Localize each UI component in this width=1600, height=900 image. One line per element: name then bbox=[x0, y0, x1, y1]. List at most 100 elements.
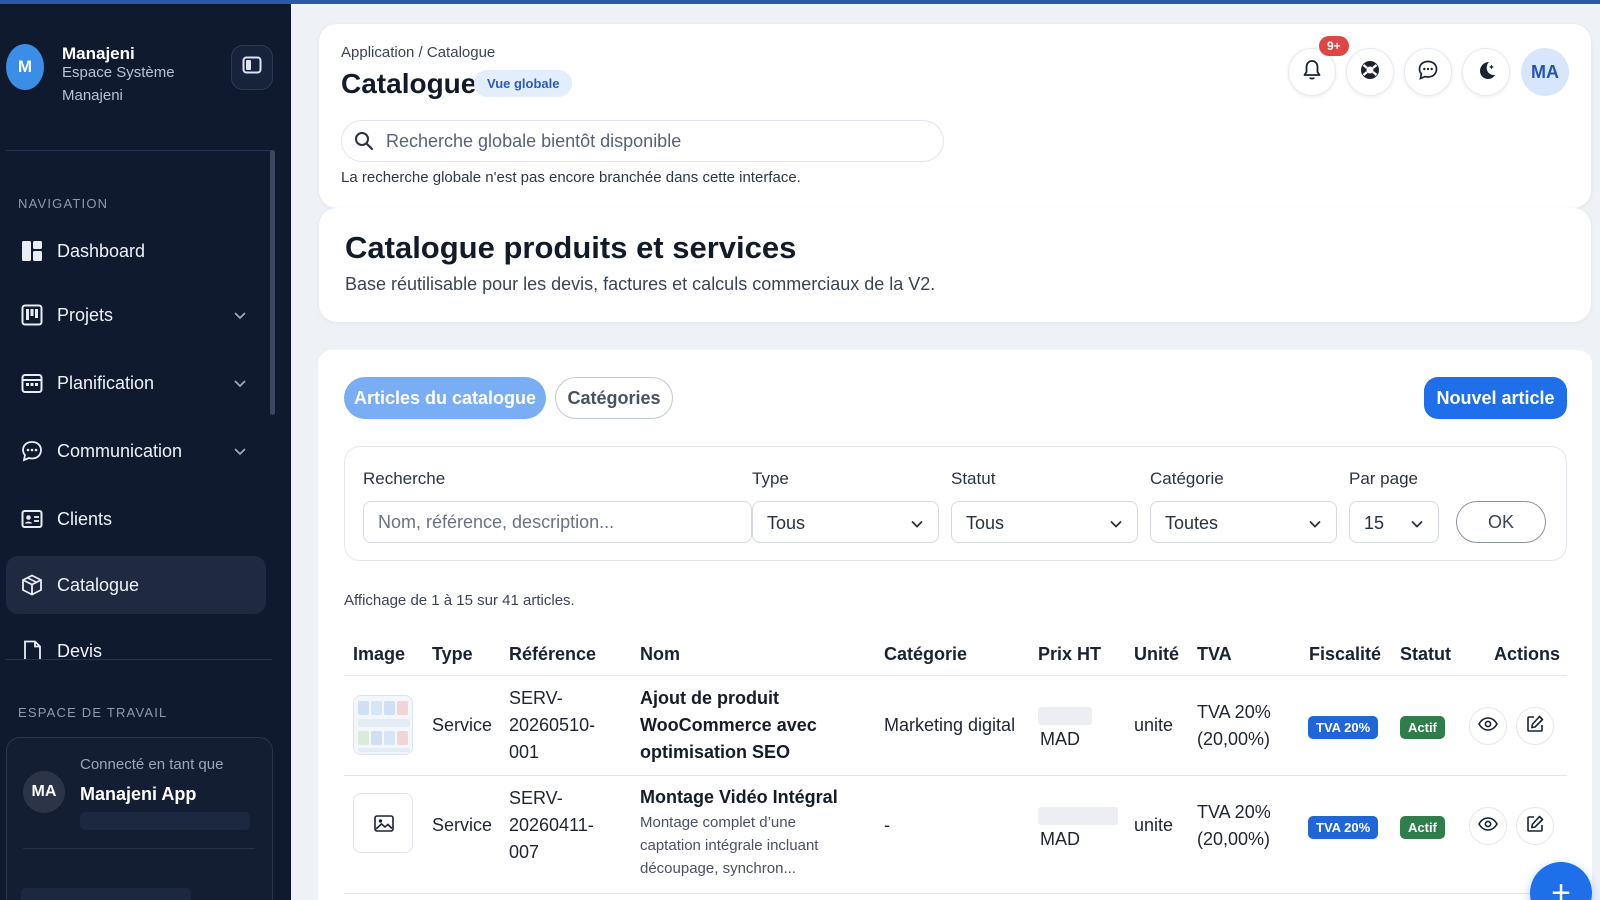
filter-type-select[interactable]: Tous bbox=[752, 501, 939, 543]
catalogue-intro: Catalogue produits et services Base réut… bbox=[319, 208, 1591, 322]
sidebar-item-planification[interactable]: Planification bbox=[6, 354, 266, 412]
top-accent-bar bbox=[0, 0, 1600, 4]
price-placeholder bbox=[1038, 707, 1092, 725]
sidebar-item-communication[interactable]: Communication bbox=[6, 422, 266, 480]
column-header-tva: TVA bbox=[1197, 644, 1232, 664]
view-button[interactable] bbox=[1469, 707, 1507, 745]
filter-category-select[interactable]: Toutes bbox=[1150, 501, 1337, 543]
status-badge: Actif bbox=[1400, 816, 1445, 839]
sidebar-item-dashboard[interactable]: Dashboard bbox=[6, 222, 266, 280]
description-line: découpage, synchron... bbox=[640, 860, 796, 877]
sidebar-item-label: Communication bbox=[57, 440, 183, 461]
sidebar-item-devis[interactable]: Devis bbox=[6, 622, 266, 659]
chevron-down-icon bbox=[233, 444, 247, 458]
column-header-price: Prix HT bbox=[1038, 644, 1102, 664]
kanban-icon bbox=[20, 303, 44, 327]
sidebar-divider bbox=[6, 150, 272, 151]
user-card-divider bbox=[23, 848, 255, 849]
row-category: - bbox=[884, 815, 890, 835]
view-button[interactable] bbox=[1469, 807, 1507, 845]
tva-line: TVA 20% bbox=[1197, 702, 1271, 722]
row-tva: TVA 20% (20,00%) bbox=[1197, 799, 1271, 853]
support-button[interactable] bbox=[1346, 48, 1394, 96]
nav-section-label: NAVIGATION bbox=[18, 196, 109, 211]
reference-line: 007 bbox=[509, 842, 540, 862]
filter-status-select[interactable]: Tous bbox=[951, 501, 1138, 543]
chat-icon bbox=[1417, 59, 1439, 86]
page-header: Application / Catalogue Catalogue Vue gl… bbox=[319, 24, 1591, 208]
user-card[interactable]: MA Connecté en tant que Manajeni App bbox=[6, 737, 273, 900]
column-header-unit: Unité bbox=[1134, 644, 1179, 664]
search-hint: La recherche globale n'est pas encore br… bbox=[341, 169, 801, 186]
global-search-input[interactable] bbox=[386, 121, 926, 161]
filter-per-page-label: Par page bbox=[1349, 469, 1418, 488]
sidebar-scrollbar[interactable] bbox=[270, 150, 275, 415]
filter-status-label: Statut bbox=[951, 469, 996, 488]
filter-per-page-select[interactable]: 15 bbox=[1349, 501, 1439, 543]
table-row[interactable]: Service SERV- 20260411- 007 Montage Vidé… bbox=[344, 776, 1567, 894]
price-placeholder bbox=[1038, 807, 1118, 825]
sidebar-item-clients[interactable]: Clients bbox=[6, 490, 266, 548]
fiscal-badge: TVA 20% bbox=[1308, 716, 1379, 739]
edit-button[interactable] bbox=[1516, 707, 1554, 745]
name-line: Montage Vidéo Intégral bbox=[640, 787, 838, 807]
image-placeholder bbox=[353, 793, 413, 853]
view-badge: Vue globale bbox=[474, 70, 573, 97]
edit-button[interactable] bbox=[1516, 807, 1554, 845]
eye-icon bbox=[1478, 816, 1498, 836]
table-row[interactable]: Service SERV- 20260510- 001 Ajout de pro… bbox=[344, 676, 1567, 776]
user-caption: Connecté en tant que bbox=[80, 756, 224, 773]
reference-line: 001 bbox=[509, 742, 540, 762]
edit-icon bbox=[1526, 715, 1544, 738]
row-reference: SERV- 20260510- 001 bbox=[509, 685, 595, 766]
row-type: Service bbox=[432, 815, 493, 835]
chevron-down-icon bbox=[1109, 517, 1123, 536]
eye-icon bbox=[1478, 716, 1498, 736]
chevron-down-icon bbox=[1308, 517, 1322, 536]
sidebar-item-label: Projets bbox=[57, 304, 114, 325]
sidebar-item-catalogue[interactable]: Catalogue bbox=[6, 556, 266, 614]
column-header-actions: Actions bbox=[1494, 644, 1561, 664]
chevron-down-icon bbox=[233, 308, 247, 322]
user-placeholder bbox=[80, 812, 250, 830]
row-name: Ajout de produit WooCommerce avec optimi… bbox=[640, 685, 817, 766]
filter-search-input[interactable] bbox=[363, 501, 752, 543]
sidebar: M Manajeni Espace Système Manajeni NAVIG… bbox=[0, 0, 291, 900]
row-reference: SERV- 20260411- 007 bbox=[509, 785, 594, 866]
filter-status-value: Tous bbox=[966, 513, 1005, 533]
tab-categories[interactable]: Catégories bbox=[555, 377, 673, 419]
sidebar-item-label: Clients bbox=[57, 508, 113, 529]
sidebar-item-projets[interactable]: Projets bbox=[6, 286, 266, 344]
filter-per-page-value: 15 bbox=[1364, 513, 1385, 533]
column-header-fiscal: Fiscalité bbox=[1309, 644, 1382, 664]
product-thumbnail bbox=[353, 695, 413, 755]
new-article-button[interactable]: Nouvel article bbox=[1424, 377, 1567, 419]
column-header-reference: Référence bbox=[509, 644, 597, 664]
breadcrumb: Application / Catalogue bbox=[341, 44, 496, 61]
section-subtitle: Base réutilisable pour les devis, factur… bbox=[345, 274, 936, 294]
dashboard-icon bbox=[20, 239, 44, 263]
row-name: Montage Vidéo Intégral Montage complet d… bbox=[640, 784, 838, 880]
workspace-section-label: ESPACE DE TRAVAIL bbox=[18, 705, 168, 720]
description-line: captation intégrale incluant bbox=[640, 837, 819, 854]
reference-line: 20260510- bbox=[509, 715, 596, 735]
sidebar-toggle-button[interactable] bbox=[231, 45, 273, 90]
section-title: Catalogue produits et services bbox=[345, 230, 797, 265]
image-icon bbox=[374, 815, 394, 837]
tab-articles[interactable]: Articles du catalogue bbox=[344, 377, 546, 419]
theme-toggle-button[interactable] bbox=[1462, 48, 1510, 96]
filter-category-value: Toutes bbox=[1165, 513, 1219, 533]
user-name: Manajeni App bbox=[80, 784, 197, 804]
moon-icon bbox=[1475, 59, 1497, 86]
global-search[interactable] bbox=[341, 120, 944, 162]
chevron-down-icon bbox=[1410, 517, 1424, 536]
messages-button[interactable] bbox=[1404, 48, 1452, 96]
column-header-status: Statut bbox=[1400, 644, 1451, 664]
chat-icon bbox=[20, 439, 44, 463]
brand-avatar: M bbox=[6, 44, 44, 90]
apply-filters-button[interactable]: OK bbox=[1456, 501, 1546, 543]
description-line: Montage complet d’une bbox=[640, 814, 796, 831]
row-category: Marketing digital bbox=[884, 715, 1016, 735]
user-avatar-button[interactable]: MA bbox=[1521, 48, 1569, 96]
column-header-name: Nom bbox=[640, 644, 680, 664]
